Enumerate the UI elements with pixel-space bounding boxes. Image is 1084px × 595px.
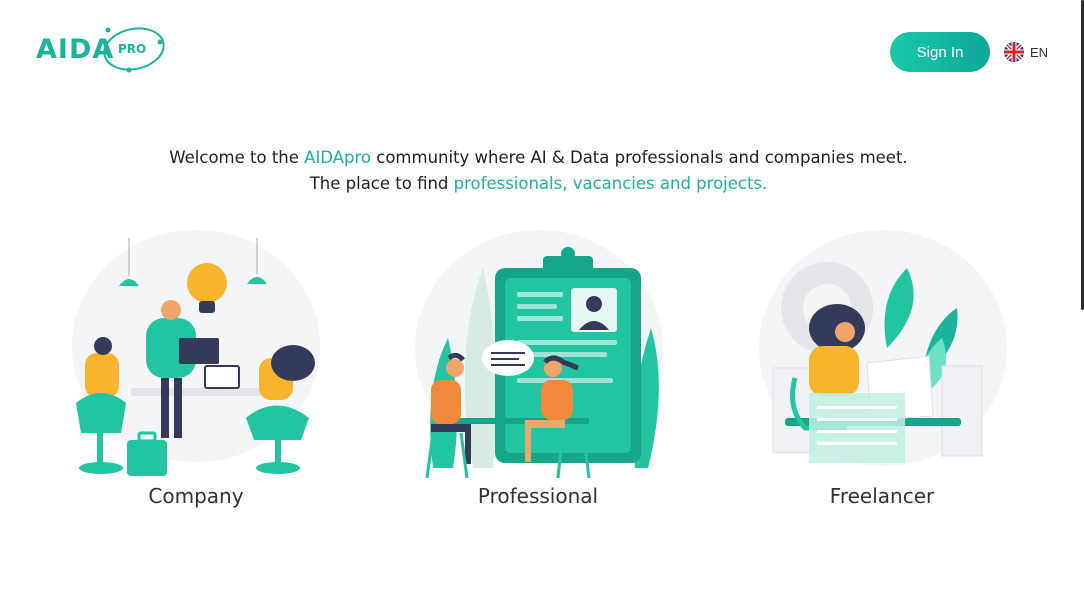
- uk-flag-icon: [1004, 42, 1024, 62]
- language-selector[interactable]: EN: [1004, 41, 1048, 63]
- intro-text: Welcome to the AIDApro community where A…: [0, 145, 1077, 197]
- intro-highlight: professionals, vacancies and projects.: [453, 174, 768, 193]
- professional-card[interactable]: Professional: [413, 228, 673, 518]
- page-scrollbar[interactable]: [1080, 0, 1084, 595]
- language-label: EN: [1030, 44, 1049, 60]
- intro-line-1: Welcome to the AIDApro community where A…: [0, 145, 1077, 171]
- intro-line2-prefix: The place to find: [309, 174, 454, 193]
- logo-text: AIDA: [36, 34, 115, 65]
- intro-line1-suffix: community where AI & Data professionals …: [371, 148, 908, 167]
- job-interview-clipboard-illustration: [415, 230, 663, 479]
- freelancer-card[interactable]: Freelancer: [757, 228, 1017, 518]
- intro-brand: AIDApro: [304, 148, 372, 167]
- intro-line-2: The place to find professionals, vacanci…: [0, 171, 1077, 197]
- logo-suffix: PRO: [118, 42, 147, 56]
- page: AIDA PRO Sign In EN Welcome to the AIDAp…: [0, 0, 1084, 595]
- sign-in-button[interactable]: Sign In: [890, 32, 990, 72]
- freelancer-label: Freelancer: [829, 484, 935, 508]
- aidapro-logo[interactable]: AIDA PRO: [36, 22, 166, 78]
- freelancer-laptop-illustration: [759, 230, 1007, 466]
- company-card[interactable]: Company: [71, 228, 331, 518]
- professional-label: Professional: [477, 484, 599, 508]
- team-meeting-illustration: [72, 230, 320, 476]
- company-label: Company: [148, 484, 244, 508]
- intro-line1-prefix: Welcome to the: [169, 148, 305, 167]
